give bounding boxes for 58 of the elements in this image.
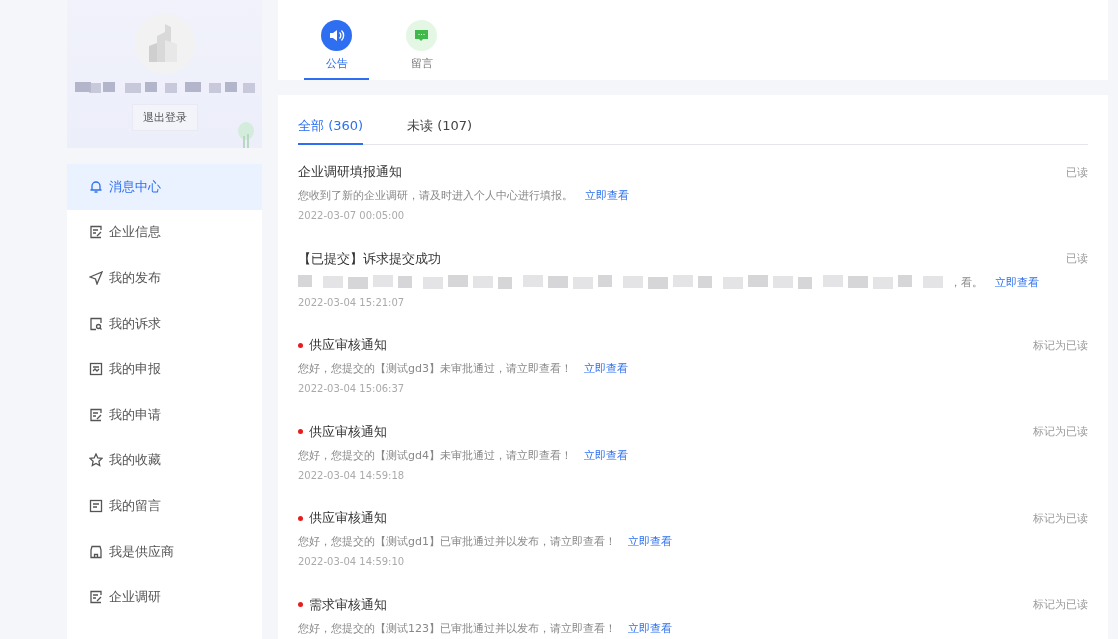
form-icon (89, 590, 103, 605)
avatar (134, 14, 195, 74)
sidebar-item[interactable]: 我的发布 (67, 255, 262, 301)
form-icon (89, 225, 103, 240)
sidebar-item[interactable]: 我的收藏 (67, 437, 262, 484)
message-body: ，看。 (950, 274, 983, 290)
star-icon (89, 453, 103, 468)
view-link[interactable]: 立即查看 (585, 188, 629, 203)
message-time: 2022-03-04 15:21:07 (298, 296, 406, 308)
filter-tab[interactable]: 全部 (360) (298, 117, 364, 145)
read-status: 已读 (1066, 251, 1088, 267)
form-icon (89, 407, 103, 422)
sidebar-item[interactable]: 企业信息 (67, 209, 262, 256)
message-title: 供应审核通知 (298, 422, 387, 441)
message-title: 企业调研填报通知 (298, 163, 402, 181)
view-link[interactable]: 立即查看 (995, 274, 1039, 290)
message-icon (89, 498, 103, 513)
message-time: 2022-03-04 14:59:10 (298, 556, 406, 568)
tab[interactable]: 留言 (389, 0, 454, 80)
message-time: 2022-03-04 14:59:18 (298, 469, 406, 481)
sidebar-item[interactable]: 我的申请 (67, 391, 262, 438)
read-status[interactable]: 标记为已读 (1033, 337, 1088, 353)
read-status: 已读 (1066, 164, 1088, 180)
view-link[interactable]: 立即查看 (583, 447, 628, 463)
sidebar-item[interactable]: 企业调研 (67, 574, 262, 620)
sidebar-item[interactable]: 我的留言 (67, 483, 262, 529)
message-title: 供应审核通知 (298, 509, 387, 528)
message-time: 2022-03-04 15:06:37 (298, 383, 406, 395)
message-body: 您收到了新的企业调研，请及时进入个人中心进行填报。 (298, 188, 573, 203)
message-body: 您好，您提交的【测试123】已审批通过并以发布，请立即查看！ (298, 620, 616, 636)
store-icon (89, 544, 103, 559)
message-time: 2022-03-07 00:05:00 (298, 210, 406, 221)
tree-icon (236, 122, 256, 148)
sidebar-item[interactable]: 消息中心 (67, 164, 262, 210)
filter-tab[interactable]: 未读 (107) (407, 117, 473, 145)
read-status[interactable]: 标记为已读 (1033, 597, 1088, 613)
document-icon (89, 362, 103, 377)
chat-icon (406, 20, 437, 51)
tab[interactable]: 公告 (304, 0, 369, 80)
sidebar-item[interactable]: 我是供应商 (67, 528, 262, 575)
speaker-icon (321, 20, 352, 51)
bell-icon (89, 179, 103, 194)
read-status[interactable]: 标记为已读 (1033, 424, 1088, 440)
sidebar-item[interactable]: 我的申报 (67, 346, 262, 392)
message-body: 您好，您提交的【测试gd3】未审批通过，请立即查看！ (298, 361, 572, 377)
message-title: 需求审核通知 (298, 595, 387, 614)
read-status[interactable]: 标记为已读 (1033, 510, 1088, 526)
sidebar-item[interactable]: 我的诉求 (67, 300, 262, 347)
message-title: 供应审核通知 (298, 336, 387, 355)
view-link[interactable]: 立即查看 (583, 361, 628, 377)
view-link[interactable]: 立即查看 (628, 620, 672, 636)
message-body: 您好，您提交的【测试gd1】已审批通过并以发布，请立即查看！ (298, 534, 616, 550)
logout-button[interactable]: 退出登录 (131, 104, 198, 131)
view-link[interactable]: 立即查看 (627, 534, 672, 550)
message-body: 您好，您提交的【测试gd4】未审批通过，请立即查看！ (298, 447, 572, 463)
message-title: 【已提交】诉求提交成功 (298, 249, 441, 268)
document-search-icon (89, 316, 103, 331)
paper-plane-icon (89, 271, 103, 285)
